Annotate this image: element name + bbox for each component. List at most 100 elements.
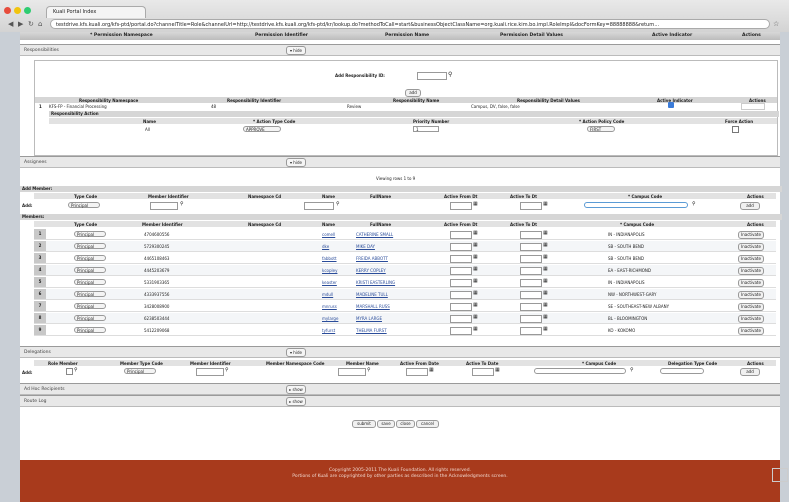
member-name-link[interactable]: mdull — [322, 292, 333, 297]
member-name-link[interactable]: mnruss — [322, 304, 337, 309]
delegation-type-select[interactable] — [660, 368, 704, 374]
active-to-input[interactable] — [472, 368, 494, 376]
active-from-input[interactable] — [450, 202, 472, 210]
member-fullname-link[interactable]: THELMA FURST — [356, 328, 387, 333]
member-fullname-link[interactable]: KERRY COPLEY — [356, 268, 386, 273]
lookup-icon[interactable]: ⚲ — [74, 367, 78, 373]
member-id-input[interactable] — [196, 368, 224, 376]
active-to-input[interactable] — [520, 231, 542, 239]
add-responsibility-button[interactable]: add — [405, 89, 421, 97]
active-from-input[interactable] — [450, 267, 472, 275]
member-name-link[interactable]: tyfurst — [322, 328, 335, 333]
member-fullname-link[interactable]: MYRA LARGE — [356, 316, 382, 321]
active-to-input[interactable] — [520, 267, 542, 275]
calendar-icon[interactable]: ▦ — [473, 254, 478, 260]
lookup-icon[interactable]: ⚲ — [692, 201, 696, 207]
action-type-select[interactable]: APPROVE — [243, 126, 281, 132]
close-button[interactable]: close — [396, 420, 415, 428]
member-name-link[interactable]: fabbott — [322, 256, 337, 261]
calendar-icon[interactable]: ▦ — [543, 278, 548, 284]
member-fullname-link[interactable]: MIKE DAY — [356, 244, 375, 249]
role-member-input[interactable] — [66, 368, 73, 375]
inactivate-button[interactable]: Inactivate — [738, 327, 764, 335]
inactivate-button[interactable]: Inactivate — [738, 315, 764, 323]
forward-icon[interactable]: ▶ — [18, 20, 23, 28]
bookmark-star-icon[interactable]: ☆ — [773, 20, 779, 28]
calendar-icon[interactable]: ▦ — [473, 314, 478, 320]
calendar-icon[interactable]: ▦ — [543, 290, 548, 296]
minimize-window-icon[interactable] — [14, 7, 21, 14]
active-from-input[interactable] — [450, 231, 472, 239]
calendar-icon[interactable]: ▦ — [543, 302, 548, 308]
active-from-input[interactable] — [406, 368, 428, 376]
reload-icon[interactable]: ↻ — [28, 20, 34, 28]
browser-tab[interactable]: Kuali Portal Index — [46, 6, 146, 18]
calendar-icon[interactable]: ▦ — [473, 242, 478, 248]
close-window-icon[interactable] — [4, 7, 11, 14]
member-name-link[interactable]: kcopley — [322, 268, 337, 273]
active-to-input[interactable] — [520, 243, 542, 251]
inactivate-button[interactable]: Inactivate — [738, 291, 764, 299]
inactivate-button[interactable] — [741, 103, 765, 110]
active-from-input[interactable] — [450, 279, 472, 287]
name-input[interactable] — [304, 202, 334, 210]
calendar-icon[interactable]: ▦ — [473, 302, 478, 308]
address-bar[interactable]: testdrive.kfs.kuali.org/kfs-ptd/portal.d… — [50, 19, 770, 29]
active-checkbox[interactable] — [668, 102, 674, 108]
add-member-button[interactable]: add — [740, 202, 760, 210]
calendar-icon[interactable]: ▦ — [473, 230, 478, 236]
submit-button[interactable]: submit — [352, 420, 376, 428]
type-code-select[interactable]: Principal — [68, 202, 100, 208]
inactivate-button[interactable]: Inactivate — [738, 267, 764, 275]
active-from-input[interactable] — [450, 243, 472, 251]
member-name-link[interactable]: dke — [322, 244, 329, 249]
type-code-select[interactable]: Principal — [74, 255, 106, 261]
type-code-select[interactable]: Principal — [74, 243, 106, 249]
save-button[interactable]: save — [377, 420, 395, 428]
campus-code-select[interactable] — [534, 368, 626, 374]
member-fullname-link[interactable]: FREIDA ABBOTT — [356, 256, 388, 261]
lookup-icon[interactable]: ⚲ — [225, 367, 229, 373]
member-fullname-link[interactable]: CATHERINE SMALL — [356, 232, 393, 237]
member-name-input[interactable] — [338, 368, 366, 376]
force-action-checkbox[interactable] — [732, 126, 739, 133]
active-from-input[interactable] — [450, 303, 472, 311]
inactivate-button[interactable]: Inactivate — [738, 279, 764, 287]
active-from-input[interactable] — [450, 255, 472, 263]
hide-toggle-button[interactable]: ▾ hide — [286, 46, 306, 55]
member-type-select[interactable]: Principal — [124, 368, 156, 374]
active-to-input[interactable] — [520, 303, 542, 311]
calendar-icon[interactable]: ▦ — [473, 326, 478, 332]
active-to-input[interactable] — [520, 202, 542, 210]
show-toggle-button[interactable]: ▸ show — [286, 385, 306, 394]
calendar-icon[interactable]: ▦ — [543, 242, 548, 248]
inactivate-button[interactable]: Inactivate — [738, 231, 764, 239]
lookup-icon[interactable]: ⚲ — [448, 71, 452, 78]
member-name-link[interactable]: mylarge — [322, 316, 338, 321]
member-fullname-link[interactable]: KRISTI EASTERLING — [356, 280, 395, 285]
active-to-input[interactable] — [520, 291, 542, 299]
cancel-button[interactable]: cancel — [416, 420, 439, 428]
inactivate-button[interactable]: Inactivate — [738, 243, 764, 251]
hide-toggle-button[interactable]: ▾ hide — [286, 158, 306, 167]
active-to-input[interactable] — [520, 327, 542, 335]
responsibility-id-input[interactable] — [417, 72, 447, 80]
member-fullname-link[interactable]: MARSHALL RUSS — [356, 304, 390, 309]
calendar-icon[interactable]: ▦ — [543, 230, 548, 236]
active-to-input[interactable] — [520, 315, 542, 323]
active-to-input[interactable] — [520, 255, 542, 263]
home-icon[interactable]: ⌂ — [38, 20, 42, 28]
type-code-select[interactable]: Principal — [74, 267, 106, 273]
calendar-icon[interactable]: ▦ — [543, 201, 548, 207]
type-code-select[interactable]: Principal — [74, 315, 106, 321]
calendar-icon[interactable]: ▦ — [495, 367, 500, 373]
back-icon[interactable]: ◀ — [8, 20, 13, 28]
active-from-input[interactable] — [450, 291, 472, 299]
type-code-select[interactable]: Principal — [74, 327, 106, 333]
calendar-icon[interactable]: ▦ — [473, 290, 478, 296]
action-policy-select[interactable]: FIRST — [587, 126, 615, 132]
maximize-window-icon[interactable] — [24, 7, 31, 14]
inactivate-button[interactable]: Inactivate — [738, 255, 764, 263]
member-name-link[interactable]: keaster — [322, 280, 337, 285]
type-code-select[interactable]: Principal — [74, 231, 106, 237]
